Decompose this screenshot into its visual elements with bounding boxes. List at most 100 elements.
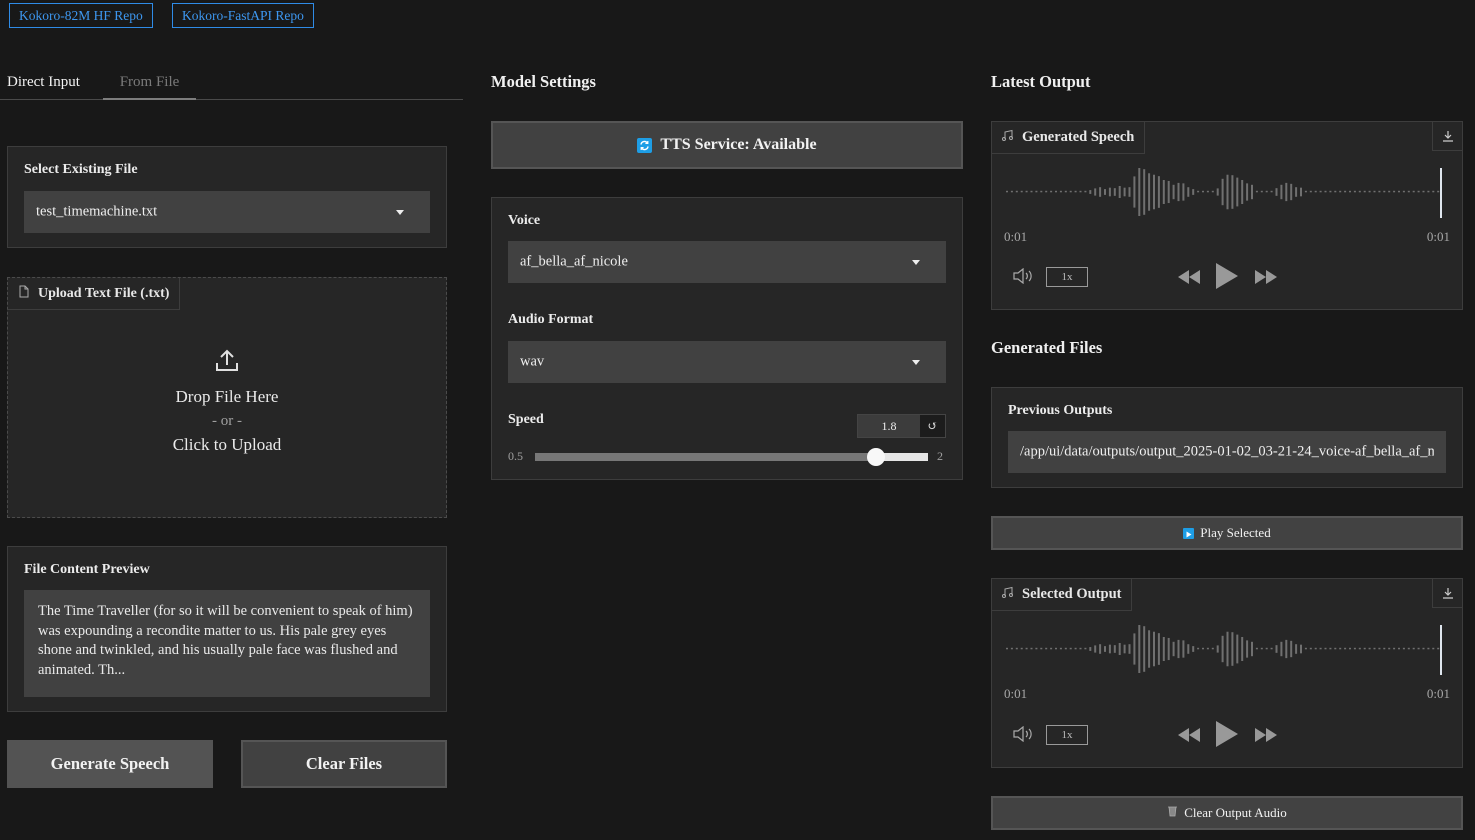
waveform-bar [1427,647,1430,650]
waveform-bar [1197,647,1200,650]
waveform-bar [1349,190,1351,193]
waveform-bar [1378,647,1381,650]
waveform-bar [1216,645,1219,653]
waveform-bar [1113,645,1116,653]
waveform[interactable] [1004,621,1452,677]
waveform-bar [1363,190,1366,193]
file-select-dropdown[interactable]: test_timemachine.txt [24,191,430,233]
clear-output-audio-button[interactable]: Clear Output Audio [991,796,1463,830]
playhead[interactable] [1440,168,1442,218]
waveform-bar [1153,631,1155,667]
download-button[interactable] [1432,122,1462,151]
waveform-bar [1324,190,1327,193]
waveform-bar [1035,190,1038,193]
play-icon[interactable] [1216,263,1238,293]
waveform-bar [1280,641,1283,657]
reset-speed-button[interactable]: ↺ [920,415,945,437]
preview-textarea[interactable]: The Time Traveller (for so it will be co… [24,590,430,697]
chevron-down-icon [912,260,920,265]
waveform-bar [1069,647,1072,650]
speed-slider[interactable] [535,448,928,466]
waveform-bar [1050,647,1053,650]
previous-outputs-dropdown[interactable]: /app/ui/data/outputs/output_2025-01-02_0… [1008,431,1446,473]
waveform-bar [1192,189,1195,195]
waveform-bar [1074,647,1077,650]
waveform-bar [1157,176,1160,208]
fastapi-repo-link[interactable]: Kokoro-FastAPI Repo [172,3,314,28]
rewind-icon[interactable] [1178,269,1200,288]
waveform-bar [1314,190,1317,193]
waveform-bar [1216,188,1219,196]
waveform-bar [1182,640,1185,658]
waveform-bar [1172,184,1175,200]
waveform-bar [1030,647,1033,650]
download-button[interactable] [1432,579,1462,608]
previous-outputs-value: /app/ui/data/outputs/output_2025-01-02_0… [1020,443,1434,460]
speed-input[interactable]: 1.8 [858,415,920,437]
hf-repo-link[interactable]: Kokoro-82M HF Repo [9,3,153,28]
waveform-bar [1329,647,1332,650]
waveform-bar [1432,190,1435,193]
play-icon[interactable] [1216,721,1238,751]
waveform-bar [1153,174,1155,210]
waveform-bar [1236,634,1239,664]
clear-files-button[interactable]: Clear Files [241,740,447,788]
waveform-bar [1050,190,1053,193]
speed-number-box: 1.8 ↺ [857,414,946,438]
waveform-bar [1304,647,1307,650]
tts-service-status-button[interactable]: TTS Service: Available [491,121,963,169]
waveform-bar [1255,647,1258,650]
volume-icon[interactable] [1012,725,1034,746]
drop-file-text: Drop File Here [175,387,279,406]
fast-forward-icon[interactable] [1255,269,1277,288]
waveform-bar [1270,190,1273,193]
waveform-bar [1045,190,1048,193]
waveform-bar [1373,647,1376,650]
waveform-bar [1417,190,1420,193]
file-select-value: test_timemachine.txt [36,203,158,220]
audio-format-dropdown[interactable]: wav [508,341,946,383]
waveform-bar [1128,187,1131,197]
waveform-bar [1015,647,1018,650]
waveform-bar [1187,644,1190,654]
input-tabs: Direct Input From File [0,70,463,100]
waveform-bar [1300,644,1302,654]
waveform-bar [1064,190,1067,193]
speed-slider-thumb[interactable] [866,448,885,466]
waveform-bar [1006,647,1008,650]
refresh-icon [637,137,653,153]
upload-dropzone[interactable]: Upload Text File (.txt) Drop File Here -… [7,277,447,518]
fast-forward-icon[interactable] [1255,727,1277,746]
waveform-bar [1015,190,1018,193]
voice-dropdown[interactable]: af_bella_af_nicole [508,241,946,283]
waveform-bar [1285,639,1288,659]
waveform-bar [1010,647,1013,650]
waveform[interactable] [1004,164,1452,220]
waveform-bar [1373,190,1376,193]
rewind-icon[interactable] [1178,727,1200,746]
waveform-bar [1265,647,1268,650]
waveform-bar [1236,177,1239,207]
waveform-bar [1059,647,1062,650]
waveform-bar [1388,190,1391,193]
speed-min: 0.5 [508,449,523,463]
waveform-bar [1094,645,1097,653]
tab-from-file[interactable]: From File [103,74,196,100]
playback-rate-button[interactable]: 1x [1046,267,1088,287]
waveform-bar [1231,632,1234,666]
waveform-bar [1123,644,1126,654]
waveform-bar [1133,633,1136,665]
playhead[interactable] [1440,625,1442,675]
speed-label: Speed [508,412,544,427]
waveform-bar [1177,182,1180,202]
volume-icon[interactable] [1012,267,1034,288]
waveform-bar [1260,647,1263,650]
waveform-bar [1167,637,1170,661]
play-selected-button[interactable]: Play Selected [991,516,1463,550]
audio-format-value: wav [520,353,545,370]
tab-direct-input[interactable]: Direct Input [7,74,80,91]
playback-rate-button[interactable]: 1x [1046,725,1088,745]
waveform-bar [1084,647,1087,650]
waveform-bar [1197,190,1200,193]
generate-speech-button[interactable]: Generate Speech [7,740,213,788]
